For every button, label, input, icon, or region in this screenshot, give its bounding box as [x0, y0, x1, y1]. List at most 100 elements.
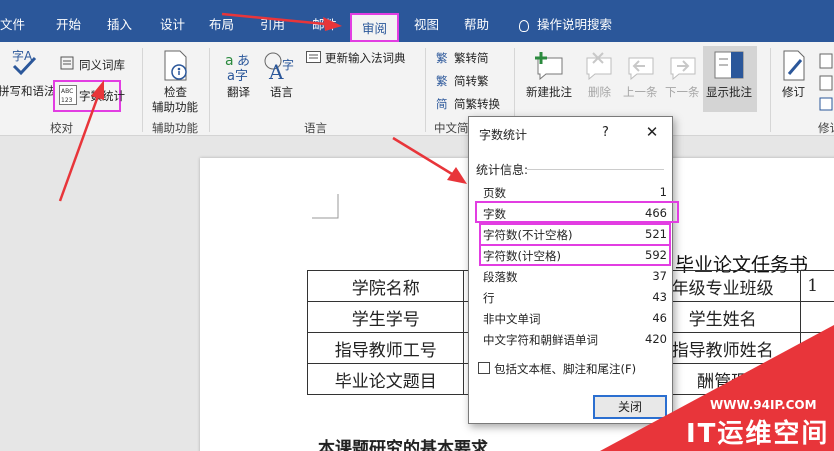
stat-row-lines: 行 43 — [483, 288, 669, 306]
stat-row-paragraphs: 段落数 37 — [483, 267, 669, 285]
watermark-url: WWW.94IP.COM — [710, 398, 817, 412]
table-cell: 学院名称 — [306, 270, 465, 302]
stat-row-pages: 页数 1 — [483, 183, 669, 201]
translate-icon: a あ a字 — [225, 53, 250, 82]
spelling-check-icon: 字A — [12, 48, 37, 76]
tab-help[interactable]: 帮助 — [464, 8, 489, 42]
svg-text:a: a — [225, 53, 234, 69]
tab-layout[interactable]: 布局 — [209, 8, 234, 42]
previous-comment-button[interactable]: 上一条 — [623, 84, 658, 100]
stat-value: 420 — [645, 332, 667, 346]
thesaurus-icon — [60, 56, 74, 70]
word-count-dialog: 字数统计 ? ✕ 统计信息: 页数 1 字数 466 字符数(不计空格) 521… — [468, 116, 679, 424]
delete-comment-button[interactable]: 删除 — [588, 84, 611, 100]
tab-home[interactable]: 开始 — [56, 8, 81, 42]
proofing-group-label: 校对 — [50, 121, 73, 135]
simp-convert-icon: 繁 — [436, 74, 448, 88]
track-changes-button[interactable]: 修订 — [782, 84, 805, 100]
track-changes-icon — [783, 50, 805, 81]
tab-review[interactable]: 审阅 — [350, 13, 400, 42]
statistics-heading: 统计信息: — [476, 163, 529, 177]
group-divider — [770, 48, 771, 132]
lightbulb-icon — [519, 19, 529, 32]
svg-text:123: 123 — [61, 97, 73, 104]
ribbon-tab-bar: 文件 开始 插入 设计 布局 引用 邮件 审阅 视图 帮助 操作说明搜索 — [0, 8, 834, 42]
previous-comment-icon — [628, 57, 654, 80]
stat-value: 37 — [652, 269, 667, 283]
convert-icon: 简 — [436, 97, 448, 111]
next-comment-icon — [670, 57, 696, 80]
tracking-options-icons — [819, 53, 833, 111]
chinese-convert-button[interactable]: 简繁转换 — [454, 96, 500, 112]
svg-text:あ: あ — [237, 54, 250, 69]
word-count-button[interactable]: 字数统计 — [79, 88, 125, 104]
stat-label: 非中文单词 — [483, 312, 541, 326]
thesaurus-button[interactable]: 同义词库 — [79, 57, 125, 73]
chinese-group-label: 中文简 — [434, 121, 469, 135]
new-comment-icon — [535, 52, 563, 80]
stat-label: 中文字符和朝鲜语单词 — [483, 333, 598, 347]
svg-text:ABC: ABC — [61, 88, 73, 95]
table-cell — [800, 363, 834, 395]
dialog-title: 字数统计 — [479, 128, 528, 142]
group-divider — [425, 48, 426, 132]
tab-references[interactable]: 引用 — [260, 8, 285, 42]
document-paragraph: 本课题研究的基本要求 — [318, 439, 488, 451]
tab-file[interactable]: 文件 — [0, 8, 25, 42]
svg-text:a字: a字 — [227, 69, 248, 82]
tell-me-label: 操作说明搜索 — [537, 17, 613, 32]
tab-insert[interactable]: 插入 — [107, 8, 132, 42]
section-divider — [527, 169, 664, 170]
trad-to-simp-button[interactable]: 繁转简 — [454, 50, 489, 66]
stat-value: 46 — [652, 311, 667, 325]
table-cell: 指导教师工号 — [306, 332, 465, 364]
words-highlight — [475, 201, 679, 223]
translate-button[interactable]: 翻译 — [227, 84, 250, 100]
update-ime-dictionary-button[interactable]: 更新输入法词典 — [325, 50, 406, 66]
delete-comment-icon — [586, 52, 612, 80]
characters-highlight-divider — [479, 244, 671, 246]
ime-dictionary-icon — [306, 51, 321, 63]
stat-label: 段落数 — [483, 270, 518, 284]
language-group-label: 语言 — [304, 121, 327, 135]
next-comment-button[interactable]: 下一条 — [665, 84, 700, 100]
svg-text:字A: 字A — [12, 48, 33, 63]
close-button[interactable]: 关闭 — [593, 395, 667, 419]
revise-group-label: 修订 — [818, 121, 834, 135]
check-accessibility-sublabel: 辅助功能 — [152, 100, 198, 114]
table-cell: 1 — [800, 270, 834, 302]
trad-convert-icon: 繁 — [436, 51, 448, 65]
document-workspace: 毕业论文任务书 学院名称 年级专业班级 1 学生学号 学生姓名 指导教师工号 指… — [0, 137, 834, 451]
tell-me-search[interactable]: 操作说明搜索 — [519, 8, 612, 42]
language-button[interactable]: 语言 — [270, 84, 293, 100]
show-comments-icon — [714, 51, 744, 79]
title-bar — [0, 0, 834, 8]
stat-label: 行 — [483, 291, 495, 305]
group-divider — [209, 48, 210, 132]
group-divider — [142, 48, 143, 132]
table-cell: 学生学号 — [306, 301, 465, 333]
show-comments-label: 显示批注 — [706, 85, 752, 99]
tab-design[interactable]: 设计 — [160, 8, 185, 42]
stat-row-asian-chars: 中文字符和朝鲜语单词 420 — [483, 330, 669, 348]
spelling-grammar-button[interactable]: 拼写和语法 — [0, 83, 56, 99]
stat-value: 43 — [652, 290, 667, 304]
table-cell: 毕业论文题目 — [306, 363, 465, 395]
watermark-text: IT运维空间 — [686, 419, 830, 449]
include-textboxes-checkbox[interactable] — [478, 362, 490, 374]
tab-mailings[interactable]: 邮件 — [312, 8, 337, 42]
help-button[interactable]: ? — [602, 125, 609, 140]
tab-view[interactable]: 视图 — [414, 8, 439, 42]
new-comment-button[interactable]: 新建批注 — [526, 84, 572, 100]
accessibility-check-icon — [164, 50, 187, 81]
stat-row-non-asian-words: 非中文单词 46 — [483, 309, 669, 327]
svg-text:字: 字 — [282, 57, 294, 72]
simp-to-trad-button[interactable]: 简转繁 — [454, 73, 489, 89]
close-icon[interactable]: ✕ — [641, 121, 663, 143]
include-textboxes-label: 包括文本框、脚注和尾注(F) — [494, 362, 637, 376]
check-accessibility-button[interactable]: 检查 — [164, 84, 187, 100]
table-cell — [800, 301, 834, 333]
accessibility-group-label: 辅助功能 — [152, 121, 198, 135]
margin-mark — [312, 194, 339, 219]
ribbon: 字A 拼写和语法 同义词库 ABC 123 字数统计 校对 检查 辅助功能 辅助… — [0, 42, 834, 136]
